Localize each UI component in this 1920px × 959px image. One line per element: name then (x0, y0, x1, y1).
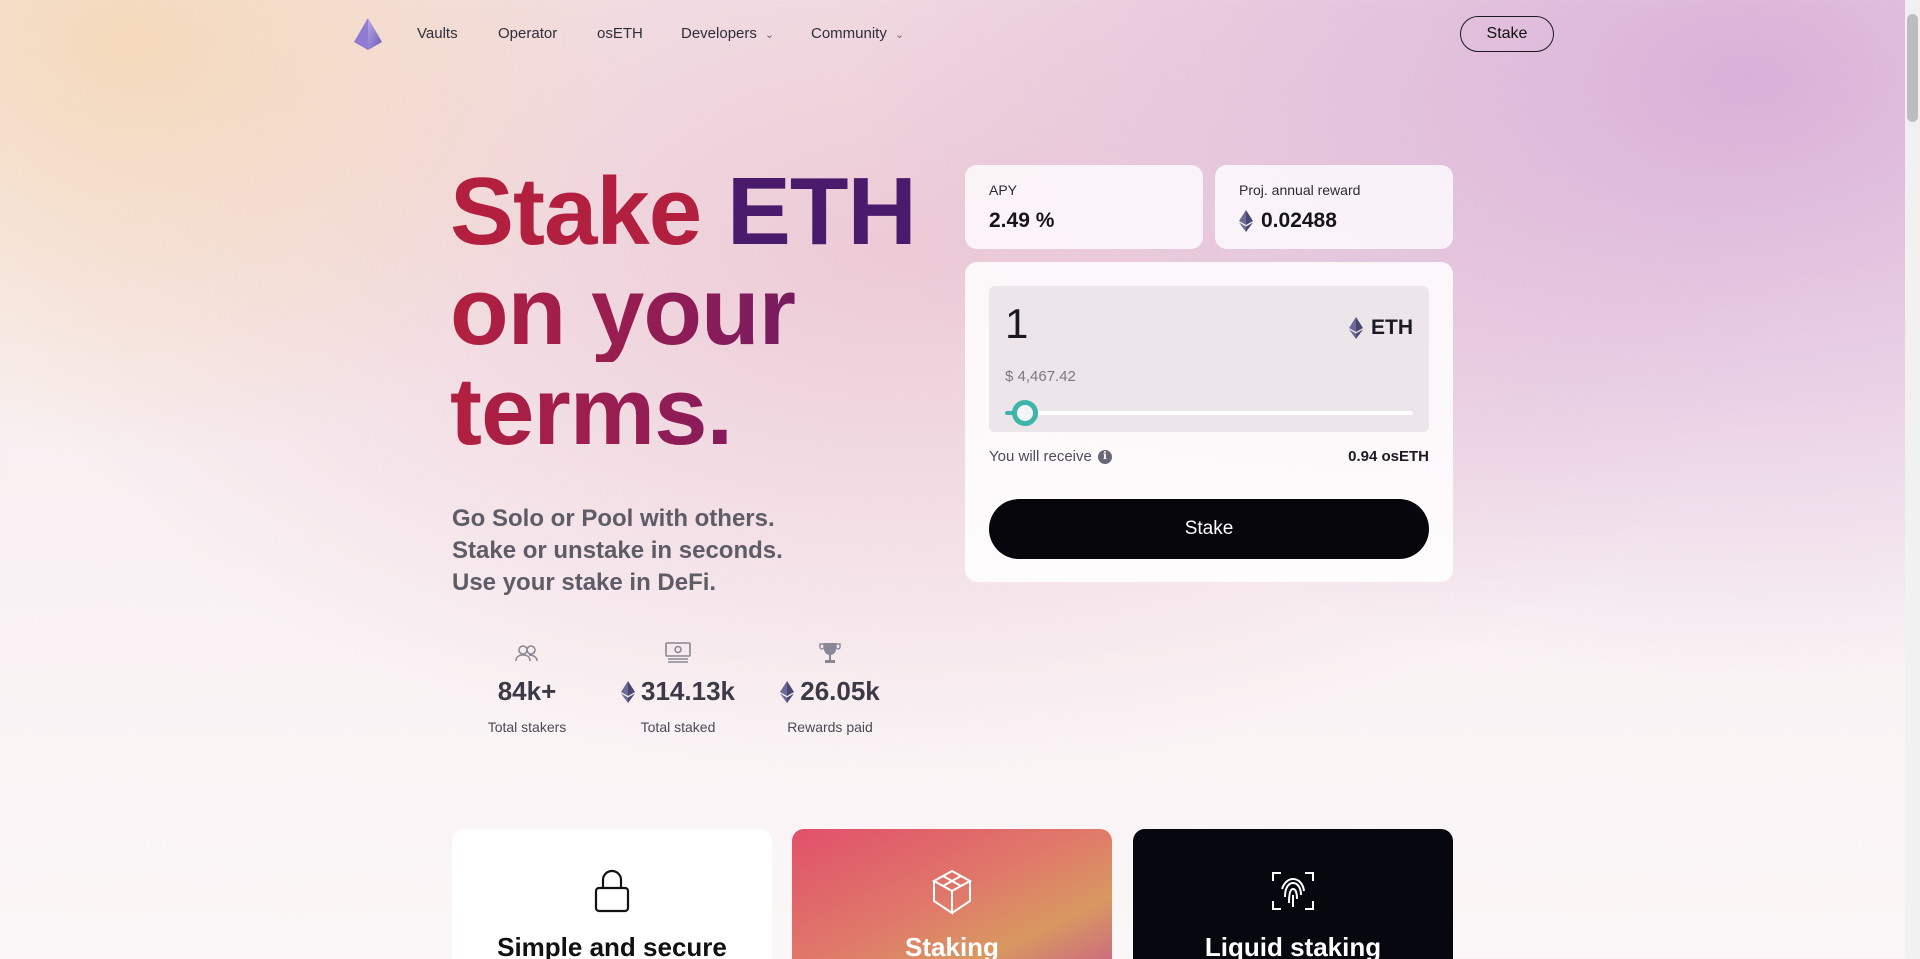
nav-community-label: Community (811, 25, 887, 42)
stake-panel: 1 ETH $ 4,467.42 You will receive i 0.94 … (965, 262, 1453, 582)
stats-row: 84k+ Total stakers 314.13k Total staked … (452, 640, 902, 740)
nav-oseth[interactable]: osETH (597, 25, 643, 42)
token-selector: ETH (1349, 316, 1413, 340)
stat-total-stakers: 84k+ Total stakers (452, 640, 602, 735)
stat-label: Total staked (640, 719, 716, 735)
feature-title: Staking (905, 932, 999, 959)
users-icon (515, 645, 538, 662)
receive-value: 0.94 osETH (1348, 448, 1429, 465)
hero-title: Stake ETH on your terms. (450, 162, 917, 462)
hero-title-eth: ETH (726, 158, 917, 265)
usd-value: $ 4,467.42 (1005, 368, 1076, 385)
apy-value: 2.49 % (989, 209, 1055, 232)
subtitle-line: Use your stake in DeFi. (452, 569, 717, 596)
reward-label: Proj. annual reward (1239, 182, 1361, 198)
subtitle-line: Go Solo or Pool with others. (452, 505, 775, 532)
stat-value: 84k+ (497, 676, 557, 706)
nav-community-dropdown[interactable]: Community ⌄ (811, 25, 904, 42)
money-icon (665, 642, 691, 663)
feature-title: Liquid staking (1204, 932, 1382, 959)
nav-vaults[interactable]: Vaults (417, 25, 458, 42)
eth-icon (1349, 317, 1363, 339)
receive-label-row: You will receive i (989, 448, 1112, 465)
scrollbar-thumb[interactable] (1907, 14, 1918, 122)
lock-icon (594, 869, 630, 913)
feature-card-staking[interactable]: Staking (792, 829, 1112, 959)
stat-total-staked: 314.13k Total staked (603, 640, 753, 735)
feature-title: Simple and secure (497, 932, 727, 959)
nav-operator[interactable]: Operator (498, 25, 557, 42)
scrollbar[interactable] (1905, 0, 1920, 959)
stat-label: Total stakers (487, 719, 567, 735)
stat-value: 314.13k (641, 676, 735, 706)
nav-developers-label: Developers (681, 25, 757, 42)
reward-value: 0.02488 (1261, 209, 1337, 232)
fingerprint-icon (1272, 872, 1314, 910)
cube-icon (931, 869, 973, 915)
top-nav: Vaults Operator osETH Developers ⌄ Commun… (0, 0, 1920, 68)
hero-title-stake: Stake (450, 158, 702, 265)
token-label: ETH (1371, 316, 1413, 339)
stat-label: Rewards paid (787, 719, 873, 735)
logo-icon[interactable] (354, 18, 382, 50)
apy-label: APY (989, 182, 1018, 198)
nav-developers-dropdown[interactable]: Developers ⌄ (681, 25, 774, 42)
stat-rewards-paid: 26.05k Rewards paid (755, 640, 905, 735)
stat-value: 26.05k (800, 676, 880, 706)
stake-button[interactable]: Stake (989, 499, 1429, 559)
eth-icon (621, 680, 635, 703)
chevron-down-icon: ⌄ (894, 29, 905, 41)
slider-thumb[interactable] (1012, 400, 1039, 426)
feature-card-simple-secure[interactable]: Simple and secure (452, 829, 772, 959)
amount-slider[interactable] (1005, 400, 1413, 426)
nav-stake-button[interactable]: Stake (1460, 16, 1554, 52)
reward-card: Proj. annual reward 0.02488 (1215, 165, 1453, 249)
apy-card: APY 2.49 % (965, 165, 1203, 249)
info-icon[interactable]: i (1097, 449, 1112, 464)
eth-icon (780, 680, 795, 703)
trophy-icon (819, 643, 841, 663)
receive-label: You will receive (989, 448, 1092, 465)
hero-title-line3: terms. (450, 362, 916, 462)
eth-icon (1239, 210, 1253, 232)
amount-box: 1 ETH $ 4,467.42 (989, 286, 1429, 432)
feature-card-liquid-staking[interactable]: Liquid staking (1133, 829, 1453, 959)
hero-title-line2: on your (450, 262, 916, 362)
hero-subtitle: Go Solo or Pool with others. Stake or un… (452, 503, 783, 599)
amount-input[interactable]: 1 (1005, 300, 1028, 348)
subtitle-line: Stake or unstake in seconds. (452, 537, 783, 564)
chevron-down-icon: ⌄ (764, 29, 775, 41)
